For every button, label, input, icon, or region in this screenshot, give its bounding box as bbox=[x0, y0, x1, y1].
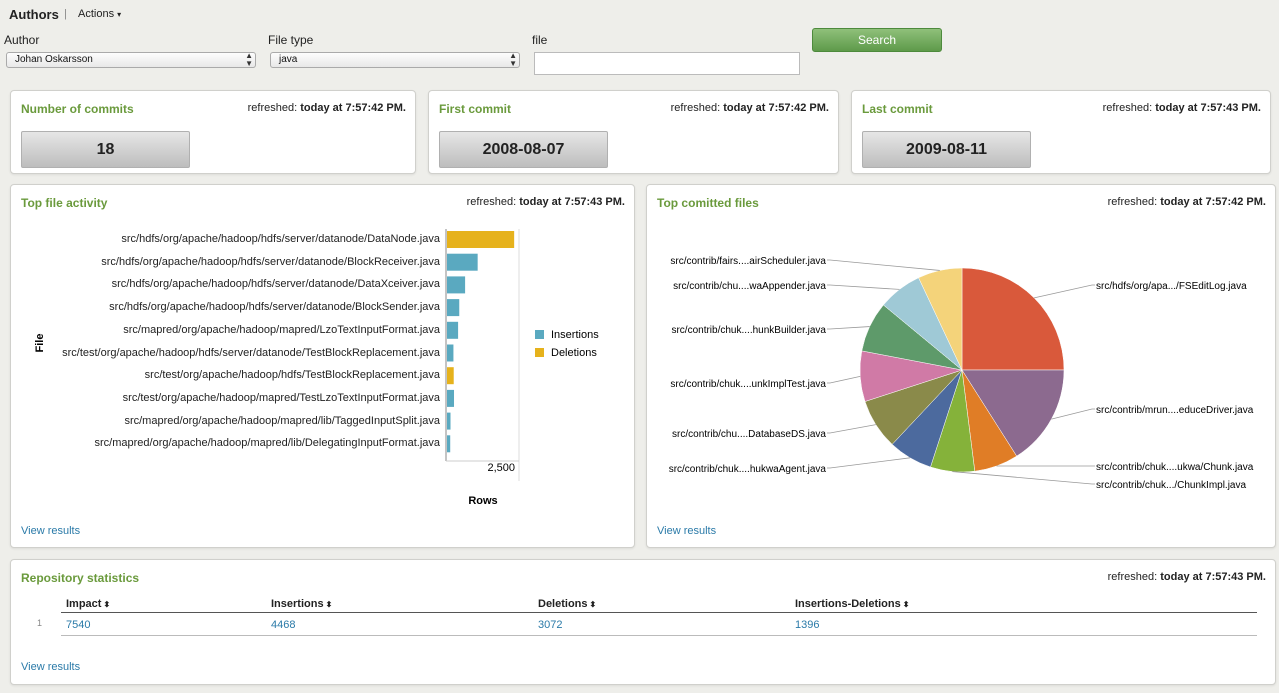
file-label: file bbox=[532, 33, 548, 47]
header-impact[interactable]: Impact ⬍ bbox=[66, 598, 110, 610]
refreshed-text: refreshed: today at 7:57:42 PM. bbox=[670, 102, 829, 114]
y-axis-title: File bbox=[34, 334, 46, 353]
search-button[interactable]: Search bbox=[812, 28, 942, 52]
cell-insertions[interactable]: 4468 bbox=[271, 619, 295, 631]
bar-deletions[interactable] bbox=[447, 367, 454, 385]
stat-panel-first-commit: First commit refreshed: today at 7:57:42… bbox=[428, 90, 839, 174]
select-arrows-icon: ▲ ▼ bbox=[509, 51, 517, 68]
header-divider bbox=[61, 612, 1257, 613]
refreshed-text: refreshed: today at 7:57:43 PM. bbox=[1102, 102, 1261, 114]
x-tick-label: 2,500 bbox=[487, 462, 515, 474]
file-input[interactable] bbox=[534, 52, 800, 75]
file-activity-chart: File 2,500 Rows Insertions Deletions bbox=[34, 229, 599, 507]
pie-slice-label: src/contrib/chuk.../ChunkImpl.java bbox=[1096, 480, 1246, 491]
refreshed-text: refreshed: today at 7:57:43 PM. bbox=[1107, 571, 1266, 583]
row-index: 1 bbox=[37, 618, 43, 628]
pie-slice-label: src/hdfs/org/apa.../FSEditLog.java bbox=[1096, 281, 1247, 292]
actions-menu[interactable]: Actions ▾ bbox=[78, 8, 121, 20]
pie-leader-line bbox=[827, 326, 870, 330]
pie-slice-label: src/contrib/mrun....educeDriver.java bbox=[1096, 405, 1254, 416]
cell-impact[interactable]: 7540 bbox=[66, 619, 90, 631]
stat-panel-commits: Number of commits refreshed: today at 7:… bbox=[10, 90, 416, 174]
repo-stats-panel: Repository statistics refreshed: today a… bbox=[10, 559, 1276, 685]
pie-leader-line bbox=[1051, 408, 1095, 420]
pie-leader-line bbox=[827, 424, 876, 434]
pie-slice-label: src/contrib/chu....DatabaseDS.java bbox=[672, 429, 826, 440]
refreshed-text: refreshed: today at 7:57:42 PM. bbox=[247, 102, 406, 114]
legend-swatch bbox=[535, 348, 544, 357]
legend-label: Insertions bbox=[551, 329, 599, 341]
legend-label: Deletions bbox=[551, 347, 597, 359]
last-commit-value: 2009-08-11 bbox=[862, 131, 1031, 168]
bar-insertions[interactable] bbox=[447, 344, 454, 362]
top-bar: Authors | Actions ▾ bbox=[0, 0, 1279, 28]
select-arrows-icon: ▲ ▼ bbox=[245, 51, 253, 68]
title-separator: | bbox=[64, 8, 67, 20]
actions-label: Actions bbox=[78, 8, 115, 20]
bar-insertions[interactable] bbox=[447, 321, 459, 339]
row-divider bbox=[61, 635, 1257, 636]
filetype-label: File type bbox=[268, 33, 314, 47]
legend-swatch bbox=[535, 330, 544, 339]
pie-leader-line bbox=[827, 376, 861, 384]
cell-deletions[interactable]: 3072 bbox=[538, 619, 562, 631]
bar-insertions[interactable] bbox=[447, 299, 460, 317]
committed-files-pie: src/hdfs/org/apa.../FSEditLog.java src/co… bbox=[669, 256, 1254, 491]
bar-insertions[interactable] bbox=[447, 276, 466, 294]
file-activity-panel: Top file activity refreshed: today at 7:… bbox=[10, 184, 635, 548]
pie-leader-line bbox=[952, 471, 1095, 485]
author-select-value: Johan Oskarsson bbox=[15, 54, 93, 65]
pie-slice-label: src/contrib/chuk....unkImplTest.java bbox=[670, 379, 826, 390]
pie-leader-line bbox=[1034, 284, 1095, 299]
commit-count-value: 18 bbox=[21, 131, 190, 168]
header-deletions[interactable]: Deletions ⬍ bbox=[538, 598, 596, 610]
header-insertions[interactable]: Insertions ⬍ bbox=[271, 598, 332, 610]
pie-slice[interactable] bbox=[961, 267, 1065, 371]
sort-icon: ⬍ bbox=[902, 600, 910, 609]
pie-leader-line bbox=[827, 457, 911, 469]
first-commit-value: 2008-08-07 bbox=[439, 131, 608, 168]
header-insertions-deletions[interactable]: Insertions-Deletions ⬍ bbox=[795, 598, 909, 610]
pie-slice-label: src/contrib/chuk....hukwaAgent.java bbox=[669, 464, 827, 475]
pie-slice-label: src/contrib/chu....waAppender.java bbox=[673, 281, 826, 292]
view-results-link[interactable]: View results bbox=[657, 525, 716, 537]
bar-deletions[interactable] bbox=[447, 231, 515, 248]
author-label: Author bbox=[4, 33, 40, 47]
sort-icon: ⬍ bbox=[103, 600, 111, 609]
bar-insertions[interactable] bbox=[447, 412, 451, 430]
view-results-link[interactable]: View results bbox=[21, 525, 80, 537]
committed-files-panel: Top comitted files refreshed: today at 7… bbox=[646, 184, 1276, 548]
author-select[interactable]: Johan Oskarsson ▲ ▼ bbox=[6, 52, 256, 68]
pie-leader-line bbox=[827, 284, 900, 290]
panel-title: Repository statistics bbox=[21, 571, 140, 585]
pie-leader-line bbox=[827, 259, 940, 271]
caret-down-icon: ▾ bbox=[117, 10, 122, 19]
cell-insertions-deletions[interactable]: 1396 bbox=[795, 619, 819, 631]
view-results-link[interactable]: View results bbox=[21, 661, 80, 673]
bar-insertions[interactable] bbox=[447, 389, 455, 407]
sort-icon: ⬍ bbox=[589, 600, 597, 609]
app-title: Authors bbox=[9, 7, 59, 22]
pie-slice-label: src/contrib/chuk....ukwa/Chunk.java bbox=[1096, 462, 1254, 473]
bar-insertions[interactable] bbox=[447, 435, 451, 453]
pie-slice-label: src/contrib/chuk....hunkBuilder.java bbox=[671, 325, 826, 336]
x-axis-title: Rows bbox=[468, 495, 497, 507]
pie-slice-label: src/contrib/fairs....airScheduler.java bbox=[670, 256, 826, 267]
filetype-select-value: java bbox=[279, 54, 298, 65]
bar-insertions[interactable] bbox=[447, 253, 478, 271]
filetype-select[interactable]: java ▲ ▼ bbox=[270, 52, 520, 68]
panel-title: First commit bbox=[439, 102, 512, 116]
sort-icon: ⬍ bbox=[325, 600, 333, 609]
panel-title: Number of commits bbox=[21, 102, 134, 116]
stat-panel-last-commit: Last commit refreshed: today at 7:57:43 … bbox=[851, 90, 1271, 174]
panel-title: Last commit bbox=[862, 102, 933, 116]
